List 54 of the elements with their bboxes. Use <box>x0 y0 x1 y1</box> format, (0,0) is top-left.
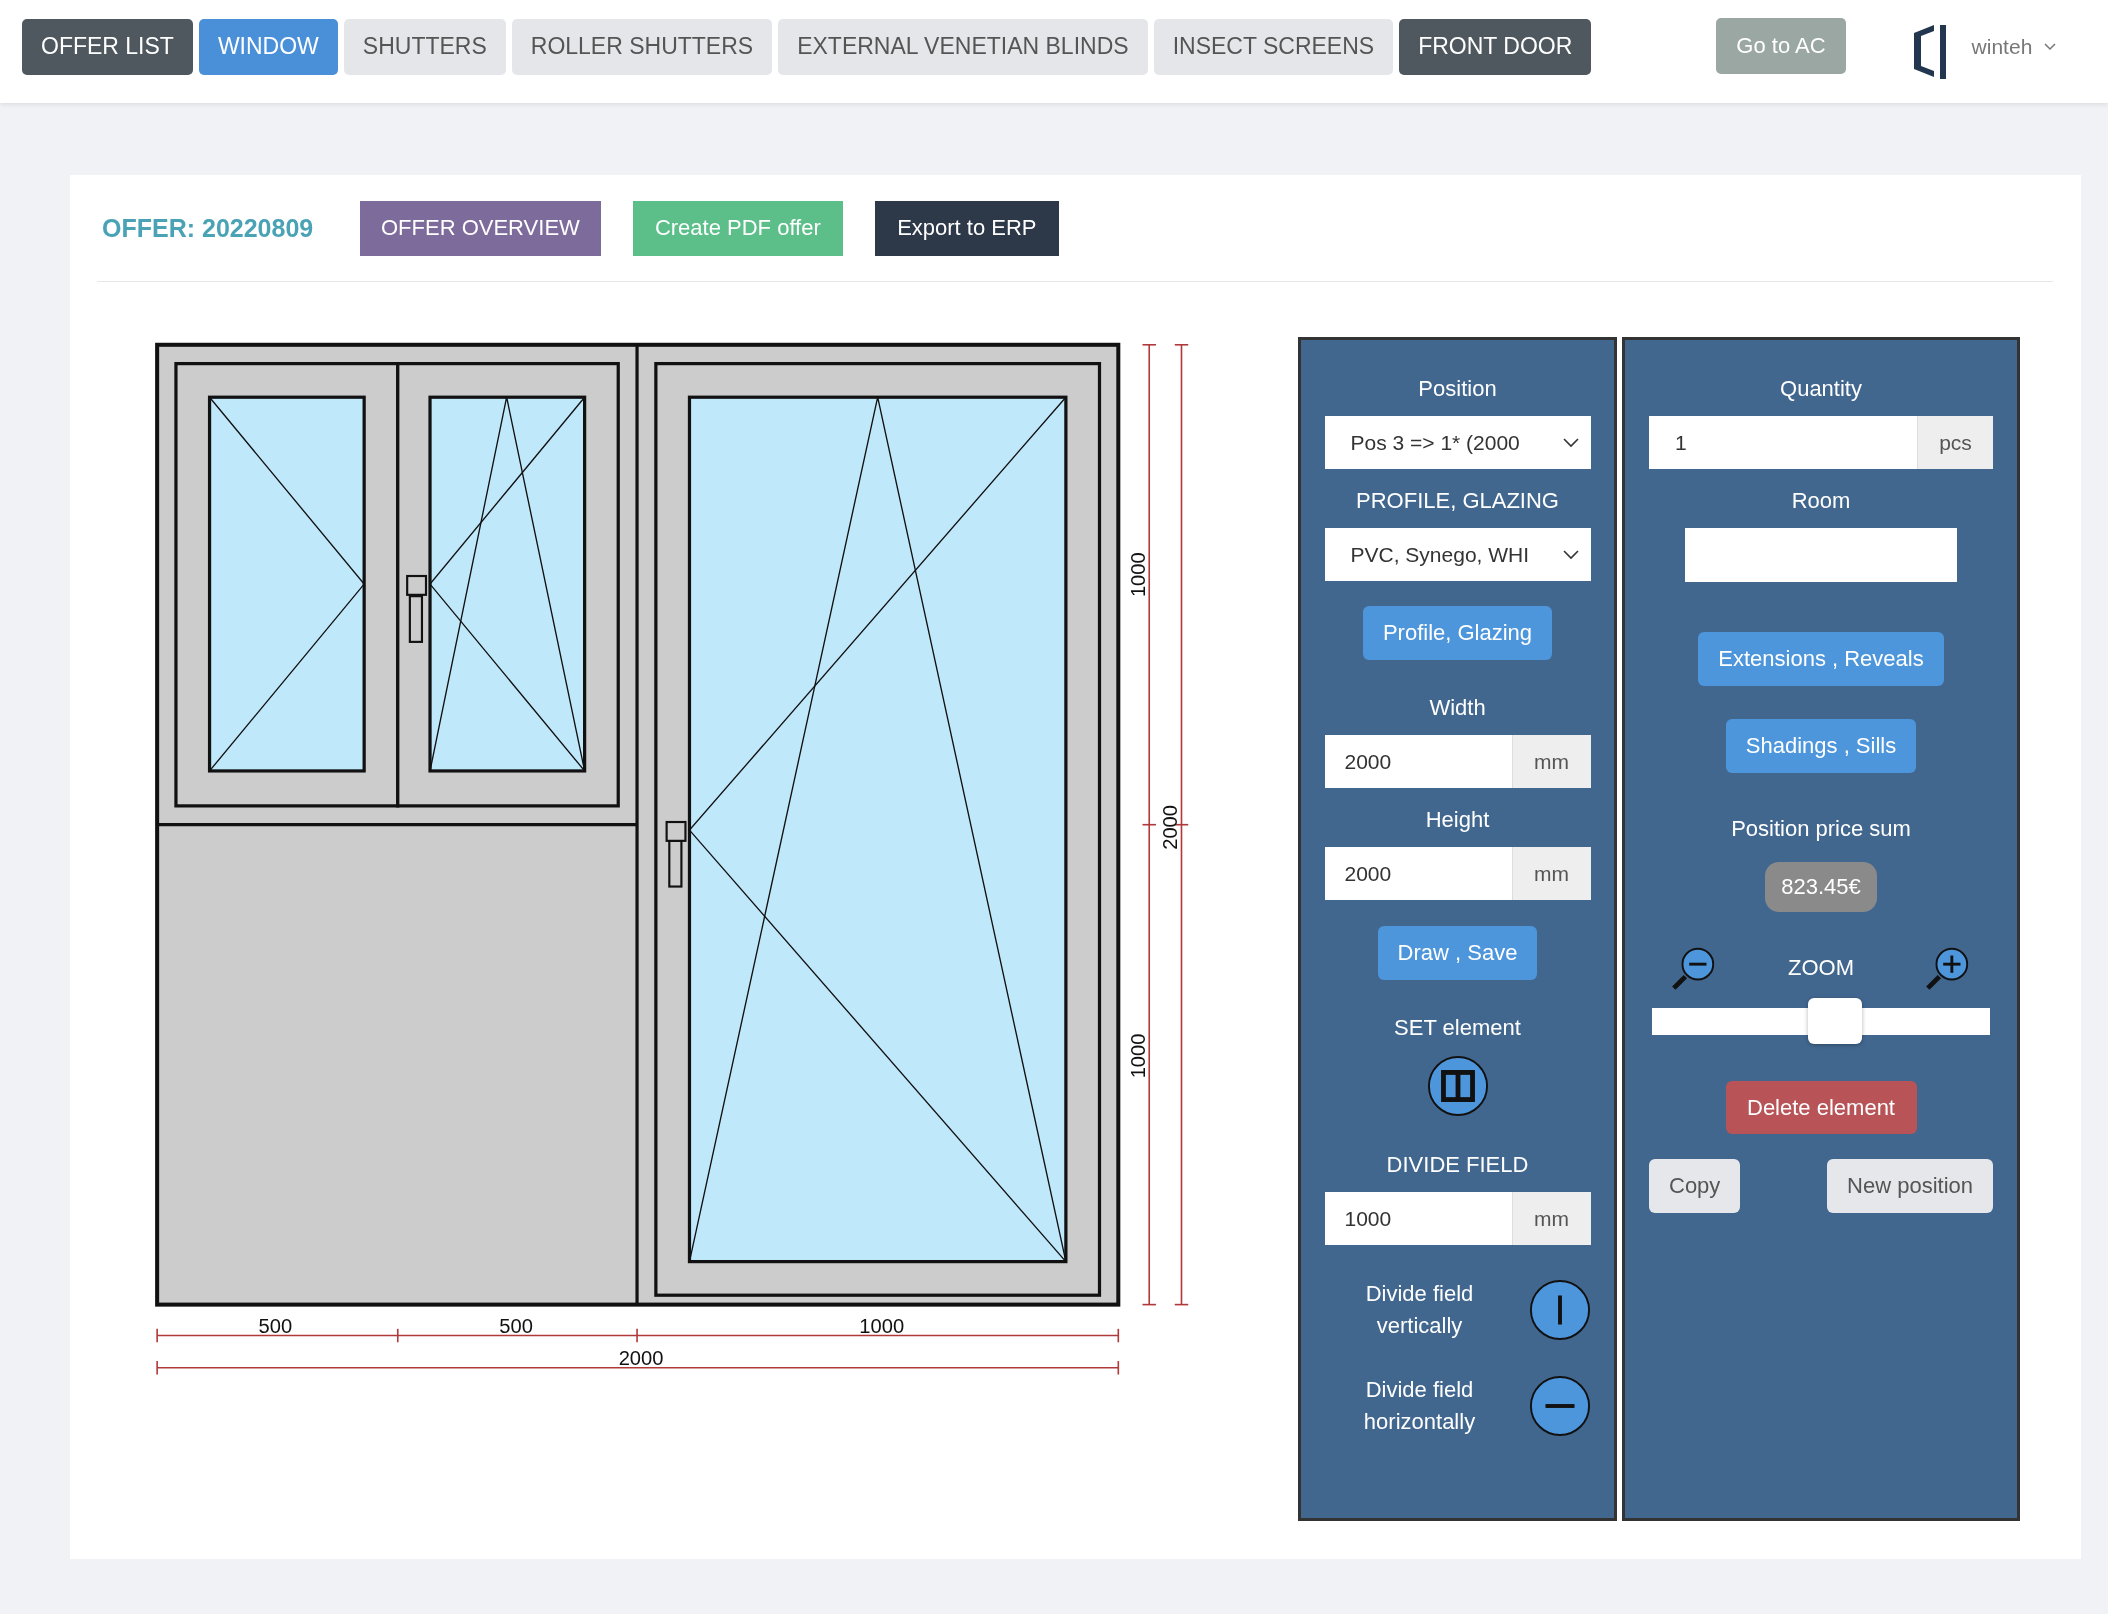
field-label: Room <box>1791 487 1851 515</box>
field-label: Quantity <box>1780 375 1862 403</box>
delete-element-button[interactable]: Delete element <box>1725 1081 1917 1134</box>
extensions-reveals-button[interactable]: Extensions , Reveals <box>1698 632 1944 686</box>
field-label: Position <box>1418 375 1497 403</box>
new-position-button[interactable]: New position <box>1827 1159 1993 1213</box>
field-label: SET element <box>1394 1014 1521 1042</box>
unit-label: mm <box>1511 735 1591 788</box>
divide-label: Divide field vertically <box>1364 1280 1475 1340</box>
nav-tab[interactable]: FRONT DOOR <box>1399 18 1592 75</box>
user-menu[interactable]: winteh <box>1971 34 2057 59</box>
number-input[interactable]: 1000 <box>1324 1192 1512 1245</box>
nav-tab[interactable]: WINDOW <box>198 18 338 75</box>
unit-label: pcs <box>1917 416 1993 469</box>
dropdown[interactable]: PVC, Synego, WHI <box>1324 528 1591 581</box>
offer-title: OFFER: 20220809 <box>102 213 315 243</box>
field-label: DIVIDE FIELD <box>1386 1151 1529 1179</box>
unit-label: mm <box>1511 1192 1591 1245</box>
unit-label: mm <box>1511 847 1591 900</box>
field-label: PROFILE, GLAZING <box>1356 487 1559 515</box>
nav-tab[interactable]: EXTERNAL VENETIAN BLINDS <box>778 18 1148 75</box>
profile-glazing-button[interactable]: Profile, Glazing <box>1362 606 1553 660</box>
draw-save-button[interactable]: Draw , Save <box>1377 926 1538 980</box>
dimension-label: 1000 <box>1127 552 1150 598</box>
field-label: Height <box>1425 806 1490 834</box>
offer-action-button[interactable]: OFFER OVERVIEW <box>360 200 601 256</box>
number-input[interactable]: 1 <box>1649 416 1917 469</box>
field-label: Width <box>1429 694 1486 722</box>
number-input[interactable]: 2000 <box>1324 847 1512 900</box>
price-badge: 823.45€ <box>1765 862 1877 912</box>
dimension-label: 2000 <box>618 1347 664 1370</box>
chevron-down-icon <box>1562 437 1579 448</box>
nav-tab[interactable]: INSECT SCREENS <box>1153 18 1394 75</box>
dropdown[interactable]: Pos 3 => 1* (2000 <box>1324 416 1591 469</box>
slider-thumb[interactable] <box>1807 998 1862 1044</box>
zoom-label: ZOOM <box>1788 955 1854 981</box>
dimension-label: 1000 <box>1127 1033 1150 1079</box>
nav-tab[interactable]: OFFER LIST <box>22 18 193 75</box>
copy-button[interactable]: Copy <box>1649 1159 1741 1213</box>
offer-action-button[interactable]: Export to ERP <box>874 200 1059 256</box>
shadings-sills-button[interactable]: Shadings , Sills <box>1725 719 1917 773</box>
dimension-label: 500 <box>258 1314 293 1337</box>
field-label: Position price sum <box>1731 815 1911 843</box>
nav-tab[interactable]: SHUTTERS <box>343 18 506 75</box>
dimension-label: 1000 <box>859 1314 905 1337</box>
dimension-label: 2000 <box>1159 804 1182 850</box>
split-window-icon[interactable] <box>1426 1055 1489 1117</box>
dimension-label: 500 <box>499 1314 533 1337</box>
room-input[interactable] <box>1685 528 1957 582</box>
divide-label: Divide field horizontally <box>1362 1376 1477 1436</box>
caret-icon <box>2044 42 2057 51</box>
chevron-down-icon <box>1562 549 1579 560</box>
nav-tab[interactable]: ROLLER SHUTTERS <box>511 18 773 75</box>
number-input[interactable]: 2000 <box>1324 735 1512 788</box>
